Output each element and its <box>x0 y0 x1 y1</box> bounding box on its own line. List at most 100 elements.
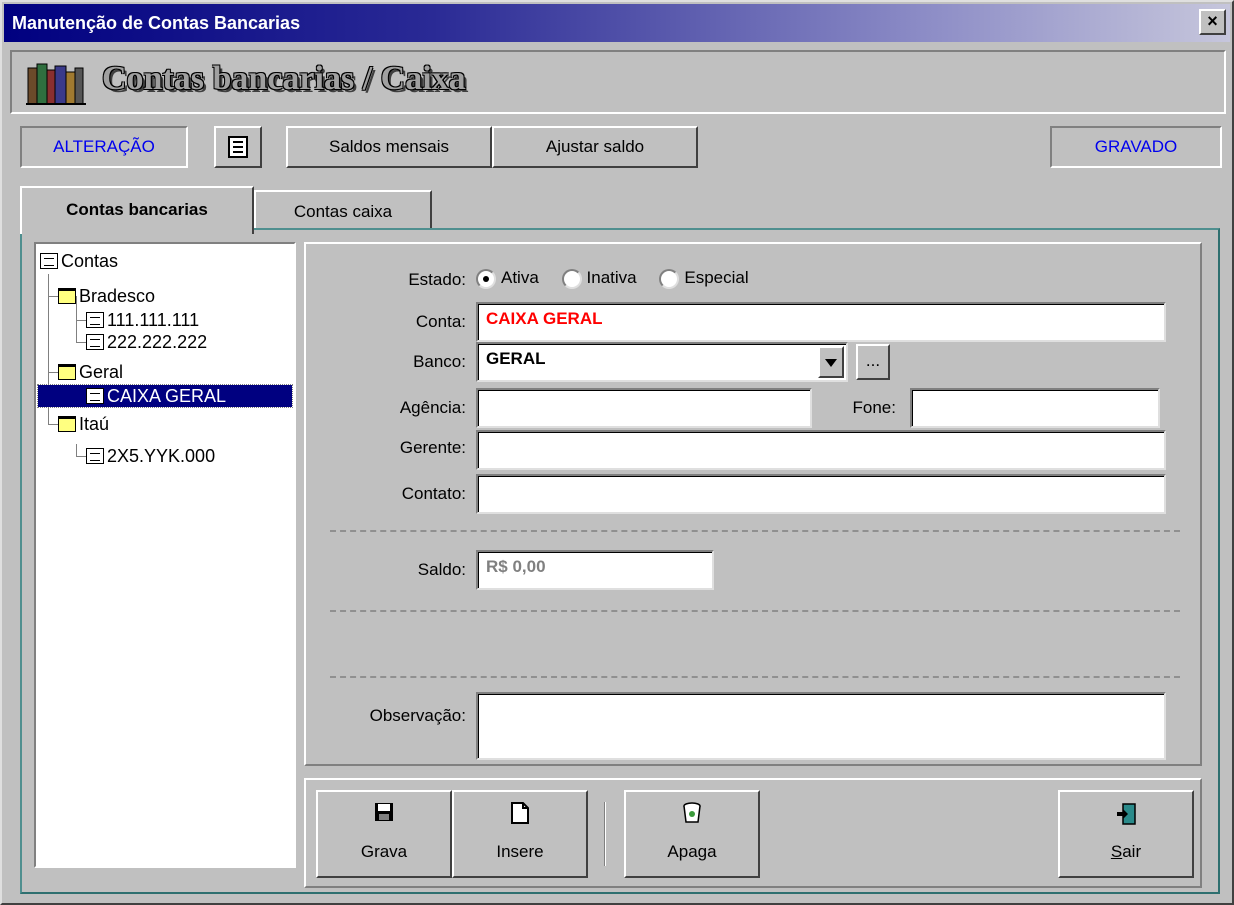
list-icon <box>228 136 248 158</box>
observacao-label: Observação: <box>369 706 466 725</box>
more-label: ... <box>865 351 881 370</box>
tree-node-label: Geral <box>79 361 124 382</box>
radio-label: Ativa <box>501 268 539 287</box>
tree-node-root[interactable]: Contas <box>40 250 118 272</box>
separator <box>330 676 1180 678</box>
tree-line <box>48 424 58 425</box>
tab-contas-bancarias[interactable]: Contas bancarias <box>20 186 254 234</box>
sair-accelerator: S <box>1110 842 1123 861</box>
document-icon <box>86 388 104 404</box>
tree-node-account[interactable]: 111.111.111 <box>86 309 199 331</box>
sair-label: Sair <box>1060 842 1192 862</box>
fone-label: Fone: <box>852 398 896 417</box>
sair-label-rest: air <box>1122 842 1142 861</box>
banco-select-value: GERAL <box>486 349 546 368</box>
main-window: Manutenção de Contas Bancarias × Contas … <box>0 0 1234 905</box>
ajustar-saldo-label: Ajustar saldo <box>545 137 645 156</box>
save-status-label: GRAVADO <box>1094 137 1178 156</box>
banco-dropdown-button[interactable] <box>818 346 844 378</box>
list-button[interactable] <box>214 126 262 168</box>
mode-label: ALTERAÇÃO <box>53 137 155 156</box>
radio-especial[interactable]: Especial <box>659 268 749 289</box>
radio-ativa[interactable]: Ativa <box>476 268 539 289</box>
tab-contas-caixa[interactable]: Contas caixa <box>254 190 432 230</box>
chevron-down-icon <box>825 359 837 367</box>
banco-select[interactable]: GERAL <box>476 342 848 382</box>
tree-node-label: Itaú <box>79 413 110 434</box>
tab-panel: Contas Bradesco 111.111.111 222.222.222 … <box>20 228 1220 894</box>
exit-door-icon <box>1117 803 1136 825</box>
agencia-input[interactable] <box>476 388 812 428</box>
tree-node-geral[interactable]: Geral <box>58 361 123 383</box>
insere-button[interactable]: Insere <box>452 790 588 878</box>
agencia-label: Agência: <box>399 398 466 417</box>
tree-node-itau[interactable]: Itaú <box>58 413 109 435</box>
document-icon <box>86 448 104 464</box>
tree-node-account[interactable]: 2X5.YYK.000 <box>86 445 215 467</box>
tree-node-account[interactable]: 222.222.222 <box>86 331 207 353</box>
header-banner: Contas bancarias / Caixa <box>10 50 1226 114</box>
saldos-mensais-label: Saldos mensais <box>328 137 449 156</box>
tree-line <box>48 296 58 297</box>
saldos-mensais-button[interactable]: Saldos mensais <box>286 126 492 168</box>
title-bar[interactable]: Manutenção de Contas Bancarias × <box>4 4 1230 42</box>
tree-line <box>76 320 86 321</box>
banco-label: Banco: <box>413 352 466 371</box>
radio-inativa[interactable]: Inativa <box>561 268 637 289</box>
fone-input[interactable] <box>910 388 1160 428</box>
document-icon <box>86 334 104 350</box>
tree-node-bradesco[interactable]: Bradesco <box>58 285 155 307</box>
close-icon: × <box>1207 11 1218 31</box>
tree-node-selected[interactable]: CAIXA GERAL <box>37 384 293 408</box>
separator <box>330 610 1180 612</box>
tree-node-label: 222.222.222 <box>107 331 208 352</box>
radio-checked-icon <box>476 268 496 289</box>
grava-label: Grava <box>360 842 408 861</box>
account-form: Estado: Ativa Inativa Especial Conta: CA… <box>304 242 1202 766</box>
tree-node-label: Contas <box>61 250 119 271</box>
action-bar: Grava Insere Apaga Sair <box>304 778 1202 888</box>
apaga-label: Apaga <box>667 842 717 861</box>
estado-label: Estado: <box>408 270 466 289</box>
grava-button[interactable]: Grava <box>316 790 452 878</box>
saldo-field: R$ 0,00 <box>476 550 714 590</box>
saldo-label: Saldo: <box>417 560 466 579</box>
tabs-area: Contas bancarias Contas caixa Contas Bra… <box>20 186 1220 896</box>
gerente-label: Gerente: <box>399 438 466 457</box>
tree-node-label: 2X5.YYK.000 <box>107 445 216 466</box>
page-title: Contas bancarias / Caixa <box>102 60 466 97</box>
mode-indicator: ALTERAÇÃO <box>20 126 188 168</box>
tree-line <box>48 372 58 373</box>
open-folder-icon <box>58 416 76 432</box>
conta-input[interactable]: CAIXA GERAL <box>476 302 1166 342</box>
open-folder-icon <box>58 364 76 380</box>
account-tree[interactable]: Contas Bradesco 111.111.111 222.222.222 … <box>34 242 296 868</box>
trash-can-icon <box>683 802 701 823</box>
tree-node-label: 111.111.111 <box>107 309 200 330</box>
new-document-icon <box>511 802 529 824</box>
ajustar-saldo-button[interactable]: Ajustar saldo <box>492 126 698 168</box>
separator <box>330 530 1180 532</box>
radio-label: Especial <box>684 268 749 287</box>
insere-label: Insere <box>496 842 544 861</box>
radio-label: Inativa <box>586 268 637 287</box>
tab-label: Contas caixa <box>293 202 393 221</box>
radio-icon <box>561 268 582 289</box>
sair-button[interactable]: Sair <box>1058 790 1194 878</box>
close-button[interactable]: × <box>1199 9 1226 35</box>
radio-icon <box>659 268 680 289</box>
window-title: Manutenção de Contas Bancarias <box>12 13 301 33</box>
contato-label: Contato: <box>401 484 466 503</box>
observacao-textarea[interactable] <box>476 692 1166 760</box>
gerente-input[interactable] <box>476 430 1166 470</box>
conta-label: Conta: <box>415 312 466 331</box>
estado-radio-group: Ativa Inativa Especial <box>476 268 749 289</box>
contato-input[interactable] <box>476 474 1166 514</box>
banco-more-button[interactable]: ... <box>856 344 890 380</box>
button-separator <box>604 802 606 866</box>
tree-line <box>76 444 77 456</box>
apaga-button[interactable]: Apaga <box>624 790 760 878</box>
tab-label: Contas bancarias <box>66 200 208 219</box>
save-status-indicator: GRAVADO <box>1050 126 1222 168</box>
floppy-disk-icon <box>375 803 393 821</box>
